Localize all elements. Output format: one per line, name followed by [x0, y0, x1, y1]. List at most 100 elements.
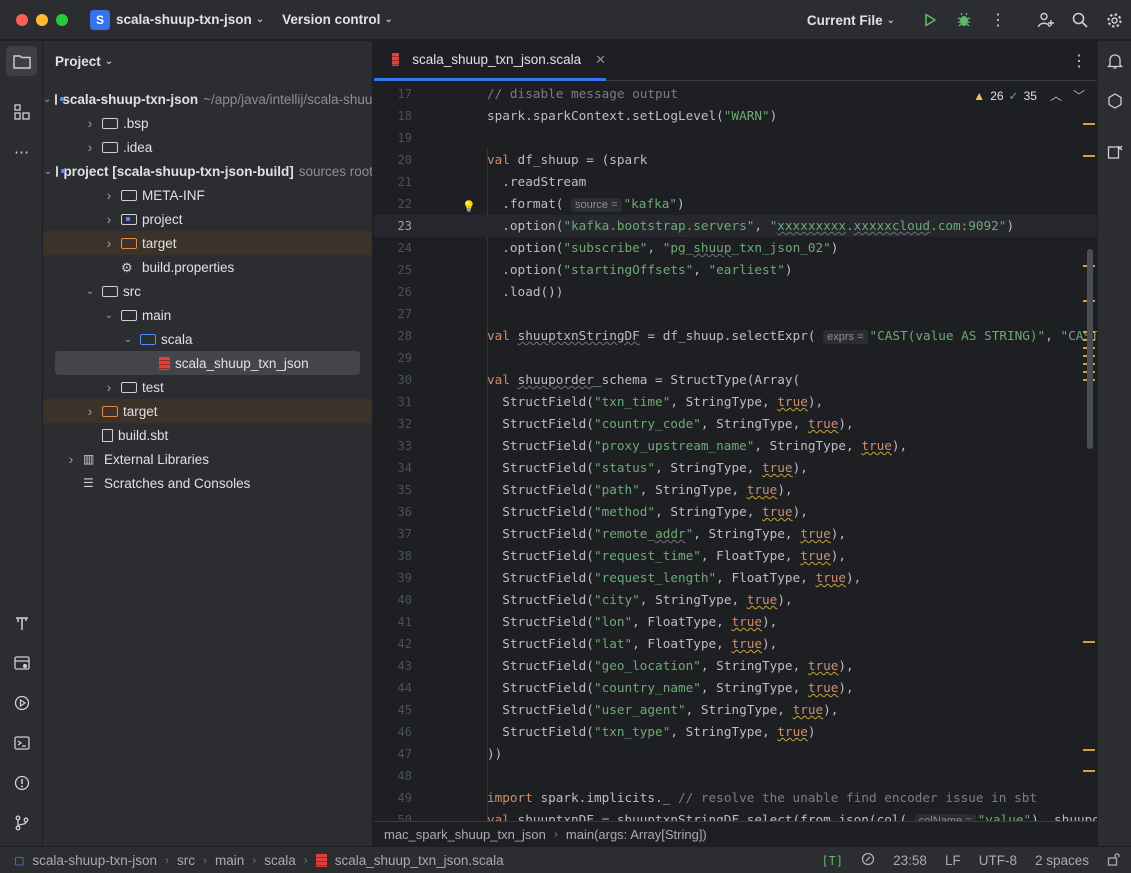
code-line[interactable]: 33 StructField("proxy_upstream_name", St…: [374, 435, 1097, 457]
project-switcher[interactable]: scala-shuup-txn-json ⌄: [116, 12, 264, 27]
chevron-right-icon[interactable]: ›: [101, 379, 117, 395]
chevron-down-icon[interactable]: ⌄: [44, 166, 52, 177]
project-badge-icon[interactable]: S: [90, 9, 110, 30]
editor-scrollbar[interactable]: [1087, 249, 1093, 449]
problems-icon[interactable]: [6, 768, 37, 798]
code-line[interactable]: 41 StructField("lon", FloatType, true),: [374, 611, 1097, 633]
chevron-down-icon[interactable]: ⌄: [43, 94, 51, 105]
chevron-right-icon[interactable]: ›: [82, 403, 98, 419]
code-line[interactable]: 38 StructField("request_time", FloatType…: [374, 545, 1097, 567]
chevron-right-icon[interactable]: ›: [82, 139, 98, 155]
project-tool-folder-icon[interactable]: [6, 46, 37, 76]
line-separator[interactable]: LF: [945, 853, 961, 868]
code-line[interactable]: 28 val shuuptxnStringDF = df_shuup.select…: [374, 325, 1097, 347]
tree-item[interactable]: › target: [43, 399, 372, 423]
sbt-mode-indicator[interactable]: [T]: [821, 854, 843, 868]
code-line[interactable]: 19: [374, 127, 1097, 149]
tree-item[interactable]: ⌄ main: [43, 303, 372, 327]
code-line[interactable]: 32 StructField("country_code", StringTyp…: [374, 413, 1097, 435]
chevron-down-icon[interactable]: ⌄: [120, 334, 136, 345]
terminal-icon[interactable]: [6, 728, 37, 758]
power-save-icon[interactable]: [861, 852, 875, 869]
code-line[interactable]: 34 StructField("status", StringType, tru…: [374, 457, 1097, 479]
code-line[interactable]: 43 StructField("geo_location", StringTyp…: [374, 655, 1097, 677]
status-crumb[interactable]: scala_shuup_txn_json.scala: [335, 853, 504, 868]
error-stripe[interactable]: [1081, 82, 1097, 821]
chevron-right-icon[interactable]: ›: [63, 451, 79, 467]
add-user-icon[interactable]: [1029, 0, 1063, 40]
code-line[interactable]: 45 StructField("user_agent", StringType,…: [374, 699, 1097, 721]
chevron-right-icon[interactable]: ›: [101, 235, 117, 251]
code-line[interactable]: 42 StructField("lat", FloatType, true),: [374, 633, 1097, 655]
status-crumb[interactable]: src: [177, 853, 195, 868]
breadcrumb-method[interactable]: main(args: Array[String]): [566, 827, 707, 842]
ai-assistant-icon[interactable]: [1100, 86, 1130, 116]
code-line[interactable]: 44 StructField("country_name", StringTyp…: [374, 677, 1097, 699]
run-config-selector[interactable]: Current File ⌄: [807, 13, 895, 28]
git-branch-icon[interactable]: [6, 808, 37, 838]
code-line[interactable]: 46 StructField("txn_type", StringType, t…: [374, 721, 1097, 743]
next-highlight-icon[interactable]: ﹀: [1073, 87, 1085, 104]
tree-item[interactable]: ⌄ project [scala-shuup-txn-json-build] sou…: [43, 159, 372, 183]
settings-gear-icon[interactable]: [1097, 0, 1131, 40]
code-line[interactable]: 21 .readStream: [374, 171, 1097, 193]
vcs-menu[interactable]: Version control ⌄: [282, 12, 393, 27]
code-line[interactable]: 24 .option("subscribe", "pg_shuup_txn_js…: [374, 237, 1097, 259]
search-icon[interactable]: [1063, 0, 1097, 40]
file-encoding[interactable]: UTF-8: [979, 853, 1017, 868]
close-window-button[interactable]: [16, 13, 28, 26]
build-hammer-icon[interactable]: [6, 608, 37, 638]
status-crumb[interactable]: scala-shuup-txn-json: [32, 853, 157, 868]
services-icon[interactable]: [6, 648, 37, 678]
structure-icon[interactable]: [6, 97, 37, 127]
code-line[interactable]: 47)): [374, 743, 1097, 765]
notifications-bell-icon[interactable]: [1100, 46, 1130, 76]
chevron-down-icon[interactable]: ⌄: [101, 310, 117, 321]
code-line[interactable]: 49 import spark.implicits._ // resolve th…: [374, 787, 1097, 809]
code-editor[interactable]: 17 // disable message output 18 spark.spark…: [374, 82, 1097, 821]
code-line[interactable]: 27: [374, 303, 1097, 325]
editor-tab[interactable]: scala_shuup_txn_json.scala ✕: [374, 41, 606, 81]
code-line[interactable]: 35 StructField("path", StringType, true)…: [374, 479, 1097, 501]
debug-icon[interactable]: [947, 0, 981, 40]
code-line[interactable]: 48: [374, 765, 1097, 787]
close-tab-icon[interactable]: ✕: [595, 52, 606, 68]
tree-item[interactable]: › target: [43, 231, 372, 255]
code-line[interactable]: 29: [374, 347, 1097, 369]
tree-item[interactable]: ⌄ scala: [43, 327, 372, 351]
more-tools-icon[interactable]: ⋯: [6, 137, 37, 167]
breadcrumb-object[interactable]: mac_spark_shuup_txn_json: [384, 827, 546, 842]
code-line[interactable]: 39 StructField("request_length", FloatTy…: [374, 567, 1097, 589]
code-line[interactable]: 37 StructField("remote_addr", StringType…: [374, 523, 1097, 545]
inspections-widget[interactable]: ▲ 26 ✓ 35 ︿ ﹀: [969, 85, 1089, 106]
tree-item[interactable]: ⌄ src: [43, 279, 372, 303]
tree-item[interactable]: › ▥ External Libraries: [43, 447, 372, 471]
tree-item[interactable]: › test: [43, 375, 372, 399]
indent-setting[interactable]: 2 spaces: [1035, 853, 1089, 868]
code-line[interactable]: 20 val df_shuup = (spark: [374, 149, 1097, 171]
tree-item[interactable]: › .idea: [43, 135, 372, 159]
caret-position[interactable]: 23:58: [893, 853, 927, 868]
tree-item[interactable]: ⌄ scala-shuup-txn-json ~/app/java/intellij…: [43, 87, 372, 111]
code-line[interactable]: 31 StructField("txn_time", StringType, t…: [374, 391, 1097, 413]
code-line[interactable]: 18 spark.sparkContext.setLogLevel("WARN"): [374, 105, 1097, 127]
run-icon[interactable]: [913, 0, 947, 40]
chevron-right-icon[interactable]: ›: [101, 187, 117, 203]
chevron-right-icon[interactable]: ›: [101, 211, 117, 227]
tree-item[interactable]: › .bsp: [43, 111, 372, 135]
database-icon[interactable]: [1100, 137, 1130, 167]
code-line[interactable]: 26 .load()): [374, 281, 1097, 303]
code-line[interactable]: 22 💡 .format( source = "kafka"): [374, 193, 1097, 215]
code-line[interactable]: 25 .option("startingOffsets", "earliest"…: [374, 259, 1097, 281]
tab-options-icon[interactable]: ⋮: [1071, 51, 1087, 71]
code-line[interactable]: 50 val shuuptxnDF = shuuptxnStringDF.sele…: [374, 809, 1097, 821]
tree-item[interactable]: › META-INF: [43, 183, 372, 207]
project-panel-header[interactable]: Project ⌄: [43, 41, 372, 81]
code-line[interactable]: 40 StructField("city", StringType, true)…: [374, 589, 1097, 611]
chevron-down-icon[interactable]: ⌄: [82, 286, 98, 297]
status-crumb[interactable]: scala: [264, 853, 296, 868]
tree-item[interactable]: build.sbt: [43, 423, 372, 447]
tree-item[interactable]: › project: [43, 207, 372, 231]
fullscreen-window-button[interactable]: [56, 13, 68, 26]
status-crumb[interactable]: main: [215, 853, 244, 868]
